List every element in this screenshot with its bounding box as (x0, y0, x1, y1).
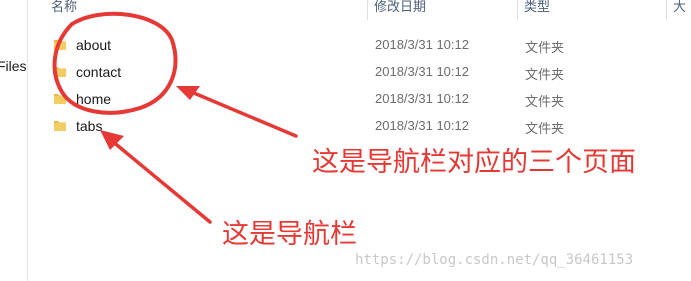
annotation-nav-note: 这是导航栏 (222, 219, 357, 250)
annotation-pages-note: 这是导航栏对应的三个页面 (312, 147, 636, 178)
watermark-text: https://blog.csdn.net/qq_36461153 (355, 252, 634, 268)
arrow-shaft-to-circle (180, 86, 298, 138)
arrow-shaft-to-tabs (104, 134, 212, 224)
highlight-circle (52, 11, 178, 115)
